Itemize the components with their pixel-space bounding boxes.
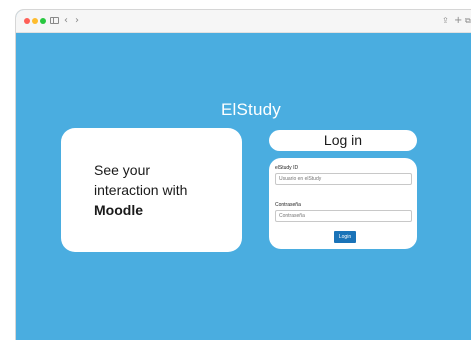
intro-highlight: Moodle bbox=[94, 202, 143, 218]
browser-window: ‹ › ⇪ + ⧉ ElStudy See your interaction w… bbox=[16, 10, 471, 340]
brand-title: ElStudy bbox=[221, 100, 281, 119]
minimize-window-button[interactable] bbox=[32, 18, 38, 24]
intro-line-1: See your bbox=[94, 162, 151, 178]
chevron-right-icon[interactable]: › bbox=[75, 15, 79, 27]
login-form: elStudy ID Contraseña Login bbox=[269, 158, 417, 249]
login-title: Log in bbox=[269, 130, 417, 151]
close-window-button[interactable] bbox=[24, 18, 30, 24]
tabs-icon[interactable]: ⧉ bbox=[465, 15, 471, 27]
chevron-left-icon[interactable]: ‹ bbox=[64, 15, 68, 27]
password-input[interactable] bbox=[275, 210, 412, 222]
intro-card: See your interaction with Moodle bbox=[61, 128, 242, 252]
password-label: Contraseña bbox=[275, 202, 301, 208]
share-icon[interactable]: ⇪ bbox=[442, 15, 449, 27]
id-label: elStudy ID bbox=[275, 165, 299, 171]
intro-line-2: interaction with bbox=[94, 182, 188, 198]
sidebar-toggle-icon[interactable] bbox=[50, 17, 59, 24]
login-button[interactable]: Login bbox=[334, 231, 356, 243]
intro-line-3: Moodle bbox=[94, 200, 187, 220]
intro-text: See your interaction with Moodle bbox=[94, 160, 187, 220]
browser-toolbar: ‹ › ⇪ + ⧉ bbox=[16, 10, 471, 33]
maximize-window-button[interactable] bbox=[40, 18, 46, 24]
id-input[interactable] bbox=[275, 173, 412, 185]
plus-icon[interactable]: + bbox=[454, 15, 462, 27]
